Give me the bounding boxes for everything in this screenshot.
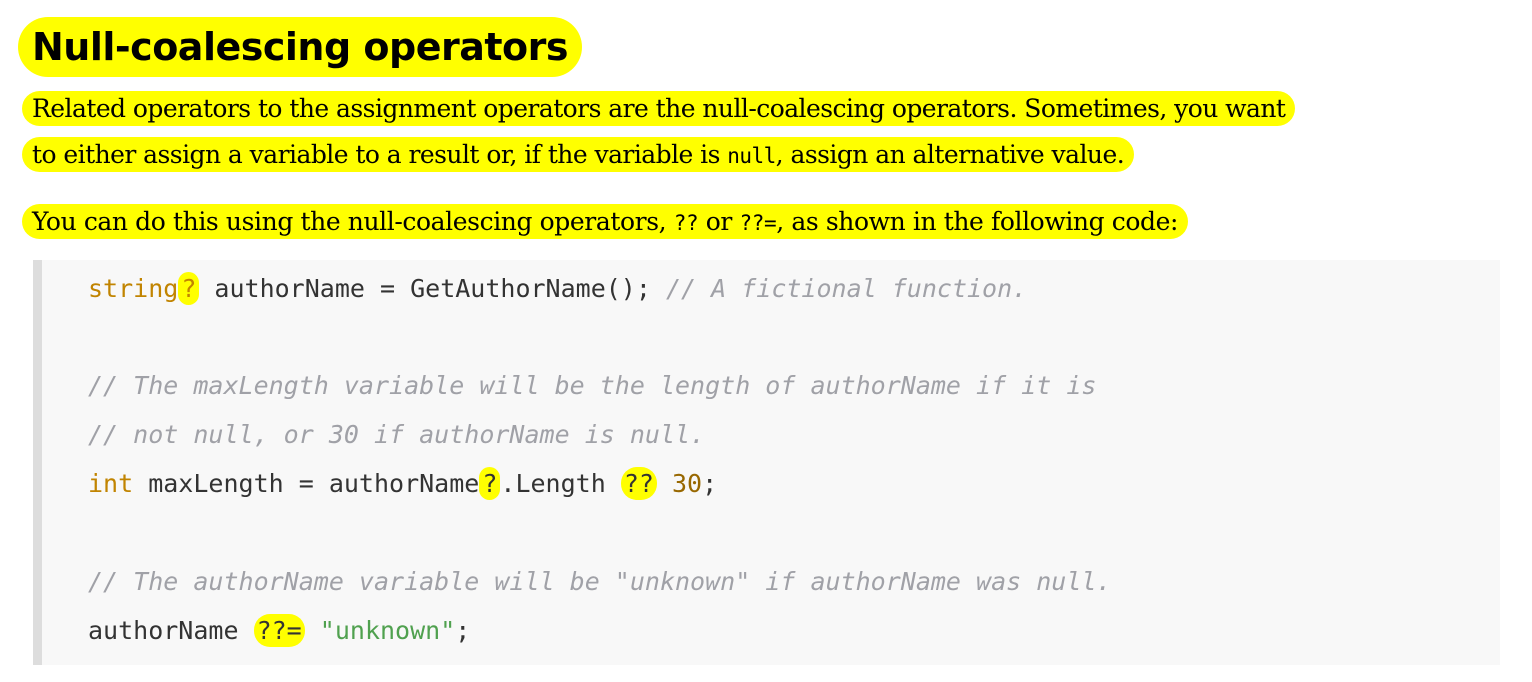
document-page: Null-coalescing operators Related operat… [0,0,1532,682]
code-comment: // The maxLength variable will be the le… [88,371,1097,400]
usage-text-end: , as shown in the following code: [776,207,1179,236]
usage-text-start: You can do this using the null-coalescin… [32,207,674,236]
usage-paragraph: You can do this using the null-coalescin… [22,199,1189,246]
code-line-4-member: .Length [500,469,621,498]
usage-text-middle: or [698,207,740,236]
code-line-4-text: maxLength = authorName [133,469,480,498]
code-block: string? authorName = GetAuthorName(); //… [33,260,1500,665]
intro-paragraph-highlight: Related operators to the assignment oper… [22,91,1296,172]
code-line-3: // not null, or 30 if authorName is null… [88,415,705,455]
code-comment: // The authorName variable will be "unkn… [88,567,1112,596]
number-literal: 30 [672,469,703,498]
inline-code-null: null [727,144,776,168]
code-line-1: string? authorName = GetAuthorName(); //… [88,269,1027,309]
section-heading: Null-coalescing operators [18,12,582,82]
string-literal: "unknown" [319,616,456,645]
keyword-string: string [88,274,179,303]
intro-line-2-text-end: , assign an alternative value. [775,140,1125,169]
statement-end: ; [702,469,718,498]
null-coalescing-operator: ?? [620,467,657,500]
code-line-1-text: authorName = GetAuthorName(); [199,274,666,303]
code-comment: // A fictional function. [665,274,1028,303]
null-coalescing-assignment-operator: ??= [253,614,305,647]
keyword-int: int [88,469,134,498]
code-comment: // not null, or 30 if authorName is null… [88,420,706,449]
null-conditional-operator: ? [479,467,501,500]
inline-code-coalesce: ?? [673,211,699,235]
intro-line-2-text: to either assign a variable to a result … [32,140,728,169]
intro-paragraph: Related operators to the assignment oper… [22,86,1296,179]
code-line-6: authorName ??= "unknown"; [88,611,470,651]
heading-highlight: Null-coalescing operators [18,17,582,77]
usage-paragraph-highlight: You can do this using the null-coalescin… [22,204,1189,239]
code-line-4: int maxLength = authorName? .Length ?? 30… [88,464,717,504]
inline-code-coalesce-assign: ??= [739,211,777,235]
code-line-6-text: authorName [88,616,254,645]
intro-line-1: Related operators to the assignment oper… [32,94,1286,123]
nullable-marker: ? [178,272,200,305]
code-line-2: // The maxLength variable will be the le… [88,366,1096,406]
statement-end: ; [455,616,471,645]
code-line-5: // The authorName variable will be "unkn… [88,562,1112,602]
